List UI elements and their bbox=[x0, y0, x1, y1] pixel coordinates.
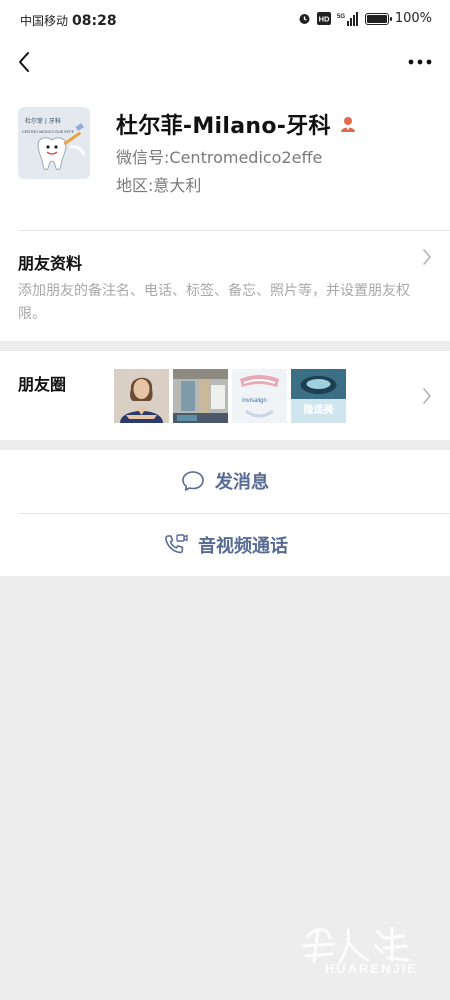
wechat-id-row: 微信号:Centromedico2effe bbox=[116, 144, 322, 168]
status-left: 中国移动 08:28 bbox=[20, 12, 117, 29]
friend-info-row[interactable]: 朋友资料 添加朋友的备注名、电话、标签、备忘、照片等，并设置朋友权限。 bbox=[0, 230, 450, 341]
moments-thumb-doctor bbox=[114, 369, 169, 423]
svg-text:杜尔菲 | 牙科: 杜尔菲 | 牙科 bbox=[25, 117, 61, 125]
profile-header: 杜尔菲 | 牙科 CENTRO MEDICO DUE EFFE 杜尔菲-Mila… bbox=[0, 82, 450, 230]
chevron-left-icon bbox=[19, 52, 29, 72]
more-button[interactable] bbox=[404, 48, 436, 76]
avatar[interactable]: 杜尔菲 | 牙科 CENTRO MEDICO DUE EFFE bbox=[18, 107, 90, 179]
moments-row[interactable]: 朋友圈 invisalign 隐适美 bbox=[0, 351, 450, 440]
battery-icon bbox=[364, 12, 392, 25]
person-badge-icon bbox=[340, 117, 355, 132]
back-button[interactable] bbox=[10, 48, 38, 76]
hd-icon: HD bbox=[316, 12, 331, 25]
actions-panel: 发消息 音视频通话 bbox=[0, 450, 450, 576]
battery-percent: 100% bbox=[394, 11, 432, 26]
friend-info-title: 朋友资料 bbox=[18, 254, 83, 273]
nav-bar bbox=[0, 42, 450, 82]
wechat-id-value: Centromedico2effe bbox=[169, 148, 323, 167]
moments-thumb-aligner: 隐适美 bbox=[291, 369, 346, 423]
alarm-icon bbox=[299, 14, 310, 24]
watermark-logo: HUARENJIE bbox=[288, 916, 438, 986]
status-time: 08:28 bbox=[72, 13, 117, 29]
svg-text:HD: HD bbox=[318, 15, 329, 24]
phone-video-icon bbox=[165, 534, 188, 554]
chevron-right-icon bbox=[423, 249, 431, 265]
contact-name: 杜尔菲-Milano-牙科 bbox=[116, 114, 331, 139]
moments-thumb-invisalign: invisalign bbox=[232, 369, 287, 423]
status-right: HD 5G 100% bbox=[298, 11, 432, 26]
avatar-image: 杜尔菲 | 牙科 CENTRO MEDICO DUE EFFE bbox=[18, 107, 90, 179]
more-dots-icon bbox=[408, 59, 432, 65]
region-value: 意大利 bbox=[153, 176, 202, 195]
divider bbox=[18, 230, 450, 231]
svg-text:隐适美: 隐适美 bbox=[304, 403, 335, 416]
status-bar: 中国移动 08:28 HD 5G 100% bbox=[0, 0, 450, 42]
name-row: 杜尔菲-Milano-牙科 bbox=[116, 108, 357, 140]
svg-text:5G: 5G bbox=[337, 14, 345, 20]
moments-thumbnails: invisalign 隐适美 bbox=[114, 369, 346, 423]
watermark-text: HUARENJIE bbox=[324, 961, 418, 976]
moments-title: 朋友圈 bbox=[18, 375, 67, 394]
carrier-name: 中国移动 bbox=[20, 14, 69, 28]
moments-thumb-clinic bbox=[173, 369, 228, 423]
friend-info-description: 添加朋友的备注名、电话、标签、备忘、照片等，并设置朋友权限。 bbox=[18, 283, 410, 322]
send-message-label: 发消息 bbox=[215, 472, 269, 493]
battery-fill bbox=[366, 14, 387, 23]
video-call-label: 音视频通话 bbox=[198, 536, 288, 557]
region-row: 地区:意大利 bbox=[116, 172, 201, 196]
video-call-button[interactable]: 音视频通话 bbox=[0, 514, 450, 576]
svg-text:CENTRO MEDICO DUE EFFE: CENTRO MEDICO DUE EFFE bbox=[22, 130, 75, 134]
svg-text:invisalign: invisalign bbox=[242, 398, 267, 404]
chevron-right-icon bbox=[423, 388, 431, 404]
signal-icon: 5G bbox=[337, 11, 358, 26]
wechat-id-label: 微信号: bbox=[116, 148, 170, 167]
region-label: 地区: bbox=[116, 176, 154, 195]
chat-bubble-icon bbox=[182, 471, 204, 491]
send-message-button[interactable]: 发消息 bbox=[0, 450, 450, 512]
